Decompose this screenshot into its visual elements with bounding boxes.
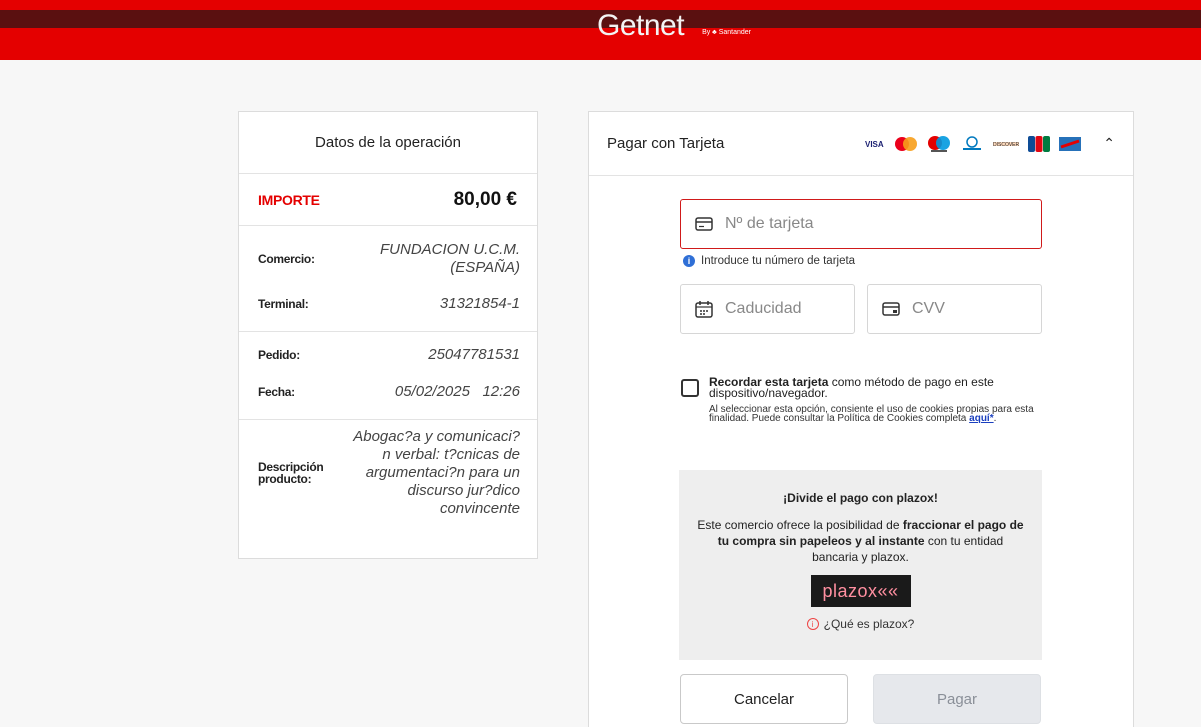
- merchant-value: FUNDACION U.C.M. (ESPAÑA): [380, 241, 520, 276]
- order-group: Pedido: 25047781531 Fecha: 05/02/2025 12…: [239, 332, 537, 420]
- plazox-title: ¡Divide el pago con plazox!: [783, 491, 938, 505]
- payment-header[interactable]: Pagar con Tarjeta VISA DISCOVER ⌃: [589, 112, 1133, 176]
- date-label: Fecha:: [258, 385, 295, 399]
- operation-title: Datos de la operación: [239, 112, 537, 174]
- amex-icon: [1059, 136, 1082, 151]
- calendar-icon: [695, 301, 713, 318]
- cvv-field[interactable]: CVV: [867, 284, 1042, 334]
- cvv-card-icon: [882, 302, 900, 316]
- description-group: Descripción producto: Abogac?a y comunic…: [239, 420, 537, 524]
- visa-icon: VISA: [865, 140, 884, 149]
- payment-title: Pagar con Tarjeta: [607, 135, 725, 152]
- info-icon: i: [683, 255, 695, 267]
- plazox-info-text: ¿Qué es plazox?: [823, 617, 915, 631]
- card-brands: VISA DISCOVER: [865, 135, 1082, 153]
- remember-card-note: Al seleccionar esta opción, consiente el…: [709, 405, 1051, 424]
- discover-icon: DISCOVER: [993, 141, 1020, 148]
- order-value: 25047781531: [428, 346, 520, 363]
- plazox-logo: plazox««: [810, 575, 911, 607]
- description-row: Descripción producto: Abogac?a y comunic…: [258, 428, 520, 518]
- merchant-label: Comercio:: [258, 252, 315, 266]
- remember-card-text: Recordar esta tarjeta como método de pag…: [709, 376, 1051, 424]
- card-icon: [695, 217, 713, 231]
- plazox-promo: ¡Divide el pago con plazox! Este comerci…: [679, 470, 1042, 660]
- info-circle-icon: i: [806, 618, 819, 630]
- plazox-info-link[interactable]: i ¿Qué es plazox?: [679, 617, 1042, 631]
- cvv-placeholder: CVV: [912, 300, 945, 317]
- amount-label: IMPORTE: [258, 191, 320, 208]
- terminal-value: 31321854-1: [439, 295, 520, 312]
- svg-text:DISCOVER: DISCOVER: [993, 142, 1019, 148]
- brand-byline: By ♣ Santander: [702, 29, 752, 36]
- merchant-row: Comercio: FUNDACION U.C.M. (ESPAÑA): [258, 234, 520, 284]
- card-number-field[interactable]: Nº de tarjeta: [680, 199, 1042, 249]
- svg-text:VISA: VISA: [865, 140, 884, 149]
- plazox-body-start: Este comercio ofrece la posibilidad de: [697, 518, 903, 532]
- brand-logo: Getnet By ♣ Santander: [597, 9, 752, 42]
- amount-row: IMPORTE 80,00 €: [239, 174, 537, 226]
- expiry-placeholder: Caducidad: [725, 300, 802, 317]
- brand-name: Getnet: [597, 9, 685, 42]
- mastercard-icon: [895, 136, 918, 151]
- remember-card-note-end: .: [993, 413, 997, 424]
- amount-value: 80,00 €: [453, 188, 517, 210]
- order-label: Pedido:: [258, 348, 300, 362]
- plazox-body: Este comercio ofrece la posibilidad de f…: [696, 517, 1026, 565]
- cookies-policy-link[interactable]: aquí*: [969, 413, 993, 424]
- remember-card-label: Recordar esta tarjeta como método de pag…: [709, 376, 1051, 399]
- pay-button[interactable]: Pagar: [873, 674, 1041, 724]
- cancel-button[interactable]: Cancelar: [680, 674, 848, 724]
- description-value: Abogac?a y comunicaci?n verbal: t?cnicas…: [353, 428, 520, 517]
- operation-card: Datos de la operación IMPORTE 80,00 € Co…: [238, 111, 538, 559]
- card-number-hint: i Introduce tu número de tarjeta: [683, 255, 855, 267]
- description-label: Descripción producto:: [258, 460, 324, 486]
- jcb-icon: [1028, 135, 1051, 152]
- date-row: Fecha: 05/02/2025 12:26: [258, 372, 520, 412]
- card-number-hint-text: Introduce tu número de tarjeta: [701, 255, 856, 267]
- card-number-placeholder: Nº de tarjeta: [725, 215, 814, 232]
- merchant-group: Comercio: FUNDACION U.C.M. (ESPAÑA) Term…: [239, 226, 537, 332]
- diners-icon: [963, 135, 982, 150]
- remember-card-checkbox[interactable]: [681, 379, 699, 397]
- collapse-chevron-icon[interactable]: ⌃: [1103, 135, 1115, 152]
- maestro-icon: [928, 135, 951, 152]
- expiry-field[interactable]: Caducidad: [680, 284, 855, 334]
- terminal-row: Terminal: 31321854-1: [258, 284, 520, 324]
- order-row: Pedido: 25047781531: [258, 338, 520, 372]
- terminal-label: Terminal:: [258, 297, 309, 311]
- remember-card-option: Recordar esta tarjeta como método de pag…: [681, 376, 1051, 424]
- date-value: 05/02/2025 12:26: [394, 383, 520, 400]
